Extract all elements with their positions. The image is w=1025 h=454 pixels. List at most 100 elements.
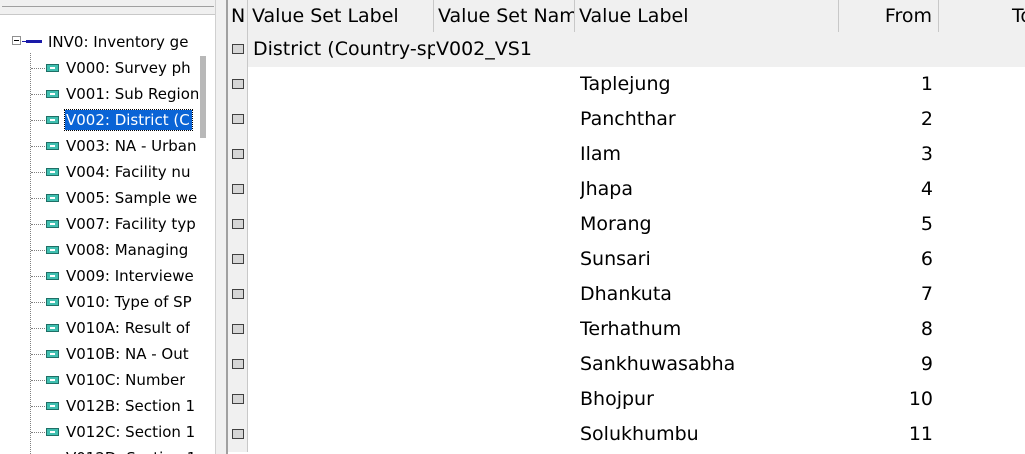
tree-item[interactable]: V002: District (C (0, 108, 200, 134)
row-selector[interactable] (228, 137, 248, 172)
from-cell[interactable]: 2 (839, 102, 933, 137)
tree-item-label: V007: Facility typ (66, 215, 196, 233)
tree-item-label: V002: District (C (64, 109, 193, 131)
row-selector[interactable] (228, 102, 248, 137)
tree-root-label: INV0: Inventory ge (48, 33, 189, 51)
col-header-to[interactable]: To (939, 0, 1025, 32)
from-cell[interactable]: 9 (839, 347, 933, 382)
value-label-cell[interactable]: Terhathum (580, 312, 838, 347)
tree-item-label: V010B: NA - Out (66, 345, 189, 363)
tree-item[interactable]: V012C: Section 1 (0, 420, 200, 446)
tree-item[interactable]: V010C: Number (0, 368, 200, 394)
tree-connector (31, 172, 45, 173)
tree-item[interactable]: V009: Interviewe (0, 264, 200, 290)
variable-icon (46, 246, 59, 254)
value-label-cell[interactable]: Sankhuwasabha (580, 347, 838, 382)
value-row[interactable]: Jhapa 4 (228, 172, 1025, 207)
row-selector[interactable] (228, 382, 248, 417)
tree-item[interactable]: V012B: Section 1 (0, 394, 200, 420)
tree-item[interactable]: V010: Type of SP (0, 290, 200, 316)
tree-item-label: V010A: Result of (66, 319, 191, 337)
value-row[interactable]: Sunsari 6 (228, 242, 1025, 277)
row-selector[interactable] (228, 32, 248, 67)
from-cell[interactable]: 6 (839, 242, 933, 277)
row-selector[interactable] (228, 417, 248, 452)
value-row[interactable]: Taplejung 1 (228, 67, 1025, 102)
value-label-cell[interactable]: Morang (580, 207, 838, 242)
row-marker-icon (232, 149, 244, 159)
tree-item[interactable]: V007: Facility typ (0, 212, 200, 238)
value-label-cell[interactable]: Ilam (580, 137, 838, 172)
tree-item[interactable]: V004: Facility nu (0, 160, 200, 186)
from-cell[interactable]: 1 (839, 67, 933, 102)
from-cell[interactable]: 11 (839, 417, 933, 452)
value-label-cell[interactable]: Dhankuta (580, 277, 838, 312)
tree-item[interactable]: V003: NA - Urban (0, 134, 200, 160)
tree-root-record[interactable]: INV0: Inventory ge (0, 31, 216, 53)
from-cell[interactable]: 5 (839, 207, 933, 242)
row-marker-icon (232, 324, 244, 334)
tree-item[interactable]: V010A: Result of (0, 316, 200, 342)
row-marker-icon (232, 79, 244, 89)
dictionary-tree: INV0: Inventory ge V000: Survey ph V001: … (0, 0, 216, 454)
variable-icon (46, 90, 59, 98)
variable-icon (46, 116, 59, 124)
tree-connector (31, 432, 45, 433)
collapse-minus-icon[interactable] (12, 36, 21, 45)
value-row[interactable]: Terhathum 8 (228, 312, 1025, 347)
row-selector[interactable] (228, 347, 248, 382)
tree-item[interactable]: V001: Sub Region (0, 82, 200, 108)
value-label-cell[interactable]: Panchthar (580, 102, 838, 137)
row-marker-icon (232, 359, 244, 369)
row-selector[interactable] (228, 277, 248, 312)
from-cell[interactable]: 10 (839, 382, 933, 417)
tree-item[interactable]: V008: Managing (0, 238, 200, 264)
col-header-value-label[interactable]: Value Label (575, 0, 839, 32)
tree-connector (31, 146, 45, 147)
value-row[interactable]: Sankhuwasabha 9 (228, 347, 1025, 382)
tree-connector (31, 406, 45, 407)
col-header-from[interactable]: From (839, 0, 939, 32)
row-selector[interactable] (228, 67, 248, 102)
from-cell[interactable]: 4 (839, 172, 933, 207)
value-label-cell[interactable]: Bhojpur (580, 382, 838, 417)
from-cell[interactable]: 8 (839, 312, 933, 347)
value-row[interactable]: Bhojpur 10 (228, 382, 1025, 417)
tree-item[interactable]: V010B: NA - Out (0, 342, 200, 368)
row-selector[interactable] (228, 242, 248, 277)
value-row[interactable]: Morang 5 (228, 207, 1025, 242)
tree-connector (31, 250, 45, 251)
variable-icon (46, 350, 59, 358)
row-selector[interactable] (228, 172, 248, 207)
value-label-cell[interactable]: Sunsari (580, 242, 838, 277)
tree-item[interactable]: V005: Sample we (0, 186, 200, 212)
value-row[interactable]: Dhankuta 7 (228, 277, 1025, 312)
tree-connector (31, 224, 45, 225)
tree-item[interactable]: V000: Survey ph (0, 56, 200, 82)
value-set-label-cell[interactable]: District (Country-sp (253, 32, 435, 67)
row-selector[interactable] (228, 207, 248, 242)
tree-scroll-thumb[interactable] (200, 56, 206, 138)
from-cell[interactable]: 3 (839, 137, 933, 172)
value-label-cell[interactable]: Jhapa (580, 172, 838, 207)
value-row[interactable]: Ilam 3 (228, 137, 1025, 172)
col-header-value-set-label[interactable]: Value Set Label (248, 0, 434, 32)
value-label-cell[interactable]: Solukhumbu (580, 417, 838, 452)
from-cell[interactable]: 7 (839, 277, 933, 312)
tree-item[interactable]: V012D: Section 1 (0, 446, 200, 454)
value-label-cell[interactable]: Taplejung (580, 67, 838, 102)
variable-icon (46, 376, 59, 384)
value-row[interactable]: Solukhumbu 11 (228, 417, 1025, 452)
value-row[interactable]: Panchthar 2 (228, 102, 1025, 137)
tree-top-scrollbar[interactable] (0, 0, 216, 15)
col-header-value-set-name[interactable]: Value Set Nam (434, 0, 575, 32)
row-marker-icon (232, 429, 244, 439)
col-header-n[interactable]: N (228, 0, 248, 32)
row-selector[interactable] (228, 312, 248, 347)
tree-item-label: V010C: Number (66, 371, 186, 389)
value-set-row[interactable]: District (Country-sp V002_VS1 (228, 32, 1025, 67)
row-marker-icon (232, 394, 244, 404)
tree-connector (31, 302, 45, 303)
tree-connector (31, 94, 45, 95)
value-set-name-cell[interactable]: V002_VS1 (436, 32, 576, 67)
